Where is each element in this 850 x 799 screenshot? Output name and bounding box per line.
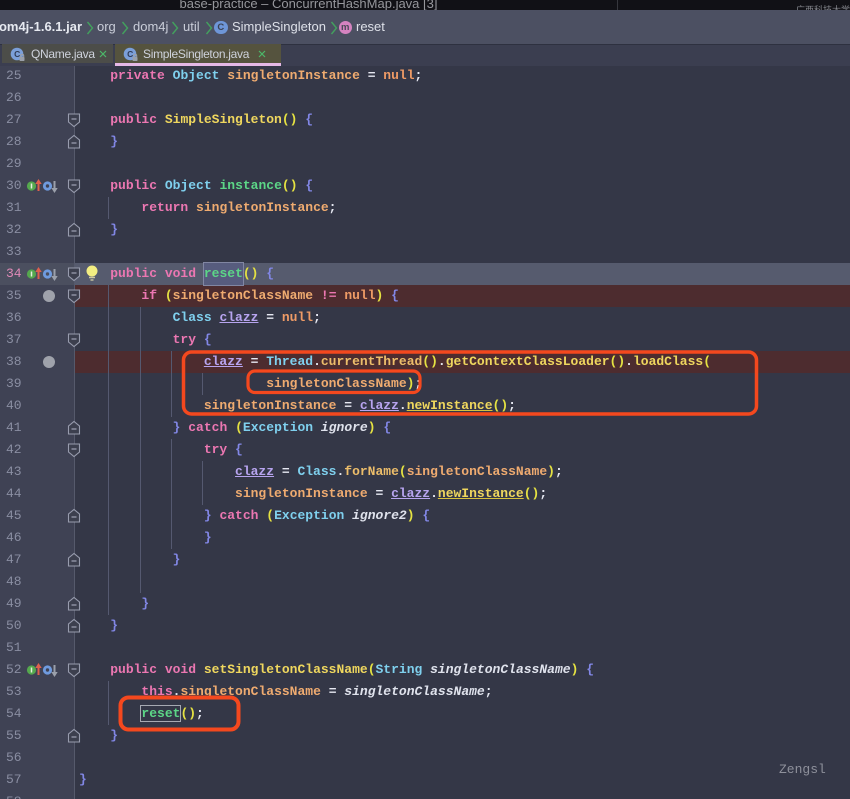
svg-text:C: C (127, 49, 133, 59)
svg-text:C: C (14, 49, 20, 59)
